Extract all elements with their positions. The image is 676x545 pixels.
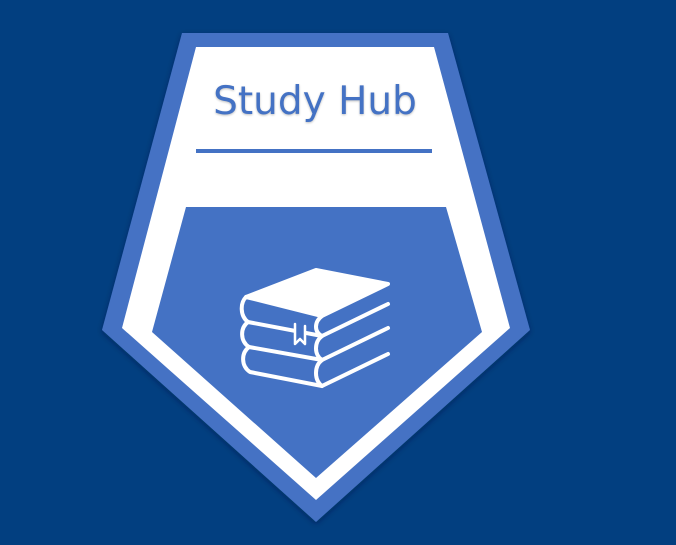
badge-title: Study Hub — [213, 79, 417, 124]
title-divider — [196, 149, 432, 153]
logo-canvas: Study Hub — [0, 0, 676, 545]
